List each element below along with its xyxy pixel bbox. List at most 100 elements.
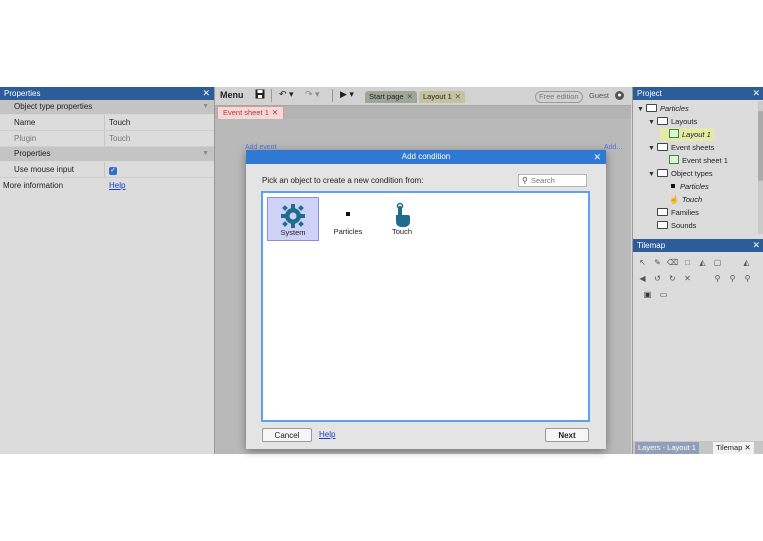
- property-key: More information: [3, 181, 64, 190]
- save-icon[interactable]: ▣: [641, 288, 654, 301]
- close-icon[interactable]: ✕: [593, 150, 601, 164]
- help-link[interactable]: Help: [319, 430, 335, 439]
- tab-layers[interactable]: Layers - Layout 1: [635, 442, 699, 454]
- user-icon[interactable]: ●: [615, 91, 624, 100]
- close-icon[interactable]: ✕: [272, 108, 278, 117]
- property-row-name[interactable]: Name Touch: [0, 115, 214, 131]
- dialog-titlebar: Add condition ✕: [246, 150, 606, 164]
- flip-icon[interactable]: ◀: [636, 272, 649, 285]
- select-area-icon[interactable]: ▢: [711, 256, 724, 269]
- close-icon[interactable]: ✕: [752, 239, 760, 252]
- property-value: Touch: [109, 134, 131, 143]
- section-label: Properties: [14, 149, 51, 158]
- tree-item-layouts[interactable]: ▼ Layouts: [648, 115, 697, 128]
- dialog-title: Add condition: [401, 152, 451, 161]
- close-icon[interactable]: ✕: [202, 87, 210, 100]
- close-icon[interactable]: ✕: [407, 92, 413, 101]
- gear-icon: [268, 203, 318, 228]
- clear-icon[interactable]: ✕: [681, 272, 694, 285]
- folder-icon: [657, 208, 668, 216]
- undo-icon[interactable]: ↶ ▾: [279, 89, 294, 100]
- particles-icon: [671, 184, 675, 188]
- project-title: Project: [637, 89, 662, 98]
- use-mouse-input-checkbox[interactable]: ✓: [109, 167, 117, 175]
- section-label: Object type properties: [14, 102, 93, 111]
- property-row-plugin: Plugin Touch: [0, 131, 214, 147]
- close-icon[interactable]: ✕: [455, 92, 461, 101]
- project-scrollbar[interactable]: [758, 101, 763, 234]
- tree-item-event-sheets[interactable]: ▼ Event sheets: [648, 141, 714, 154]
- properties-title: Properties: [4, 89, 41, 98]
- project-tree: ▼ Particles ▼ Layouts Layout 1 ▼ Event shee…: [633, 101, 763, 234]
- redo-icon[interactable]: ↷ ▾: [305, 89, 320, 100]
- dialog-body: Pick an object to create a new condition…: [246, 164, 606, 449]
- property-row-use-mouse-input: Use mouse input ✓: [0, 162, 214, 178]
- menu-button[interactable]: Menu: [220, 90, 244, 100]
- search-box[interactable]: ⚲: [518, 174, 587, 187]
- zoom-out-icon[interactable]: ⚲: [741, 272, 754, 285]
- tab-tilemap[interactable]: Tilemap ✕: [713, 442, 754, 454]
- zoom-icon[interactable]: ⚲: [711, 272, 724, 285]
- object-particles[interactable]: Particles: [322, 197, 374, 241]
- tree-item-touch[interactable]: ☝ Touch: [660, 193, 702, 206]
- fill-icon[interactable]: ◭: [696, 256, 709, 269]
- dialog-prompt: Pick an object to create a new condition…: [262, 176, 424, 185]
- free-edition-badge[interactable]: Free edition: [535, 91, 583, 103]
- folder-icon: [657, 117, 668, 125]
- object-system[interactable]: System: [267, 197, 319, 241]
- add-condition-dialog: Add condition ✕ Pick an object to create…: [246, 150, 606, 449]
- pencil-icon[interactable]: ✎: [651, 256, 664, 269]
- properties-panel-title: Properties ✕: [0, 87, 214, 100]
- object-list[interactable]: System Particles Touch: [261, 191, 590, 422]
- next-button[interactable]: Next: [545, 428, 589, 442]
- folder-icon[interactable]: ▭: [657, 288, 670, 301]
- object-type-properties-section[interactable]: Object type properties ▼: [0, 100, 214, 115]
- object-touch[interactable]: Touch: [376, 197, 428, 241]
- rectangle-icon[interactable]: □: [681, 256, 694, 269]
- particles-icon: [322, 202, 374, 226]
- tab-layout-1[interactable]: Layout 1 ✕: [419, 91, 466, 103]
- save-icon[interactable]: [255, 89, 265, 101]
- collapse-icon[interactable]: ▼: [202, 147, 209, 161]
- tree-item-sounds[interactable]: Sounds: [648, 219, 696, 232]
- property-row-more-information: More information Help: [0, 178, 214, 193]
- cancel-button[interactable]: Cancel: [262, 428, 312, 442]
- folder-icon: [646, 104, 657, 112]
- object-label: Particles: [333, 227, 363, 236]
- touch-icon: ☝: [669, 195, 679, 204]
- run-icon[interactable]: ▶ ▾: [340, 89, 354, 100]
- close-icon[interactable]: ✕: [752, 87, 760, 100]
- rotate-cw-icon[interactable]: ↻: [666, 272, 679, 285]
- eraser-icon[interactable]: ⌫: [666, 256, 679, 269]
- tilemap-title: Tilemap: [637, 241, 666, 250]
- tree-item-particles[interactable]: Particles: [660, 180, 709, 193]
- tree-item-root[interactable]: ▼ Particles: [637, 102, 689, 115]
- tree-item-families[interactable]: Families: [648, 206, 699, 219]
- tree-item-event-sheet-1[interactable]: Event sheet 1: [660, 154, 728, 167]
- tree-item-object-types[interactable]: ▼ Object types: [648, 167, 713, 180]
- pointer-icon[interactable]: ↖: [636, 256, 649, 269]
- help-link[interactable]: Help: [109, 178, 125, 193]
- object-label: Touch: [391, 227, 412, 236]
- tab-start-page[interactable]: Start page ✕: [365, 91, 417, 103]
- project-panel-title: Project ✕: [633, 87, 763, 100]
- mirror-icon[interactable]: ◭: [740, 256, 753, 269]
- touch-icon: [376, 202, 428, 227]
- search-icon: ⚲: [522, 176, 528, 185]
- property-key: Plugin: [14, 134, 37, 143]
- rotate-ccw-icon[interactable]: ↺: [651, 272, 664, 285]
- property-value[interactable]: Touch: [109, 115, 130, 130]
- close-icon[interactable]: ✕: [745, 443, 751, 452]
- tab-event-sheet-1[interactable]: Event sheet 1 ✕: [217, 106, 285, 119]
- properties-section[interactable]: Properties ▼: [0, 147, 214, 162]
- bottom-tab-bar: Layers - Layout 1 Tilemap ✕: [633, 441, 763, 454]
- object-label: System: [280, 228, 306, 237]
- zoom-in-icon[interactable]: ⚲: [726, 272, 739, 285]
- collapse-icon[interactable]: ▼: [202, 100, 209, 114]
- guest-label[interactable]: Guest: [589, 91, 609, 100]
- property-key: Name: [14, 118, 36, 127]
- tree-item-layout-1[interactable]: Layout 1: [660, 128, 714, 141]
- main-toolbar: Menu ↶ ▾ ↷ ▾ ▶ ▾ Start page ✕ Layout 1 ✕ F…: [215, 87, 631, 106]
- add-action-link[interactable]: Add...: [604, 144, 622, 151]
- search-input[interactable]: [531, 175, 585, 186]
